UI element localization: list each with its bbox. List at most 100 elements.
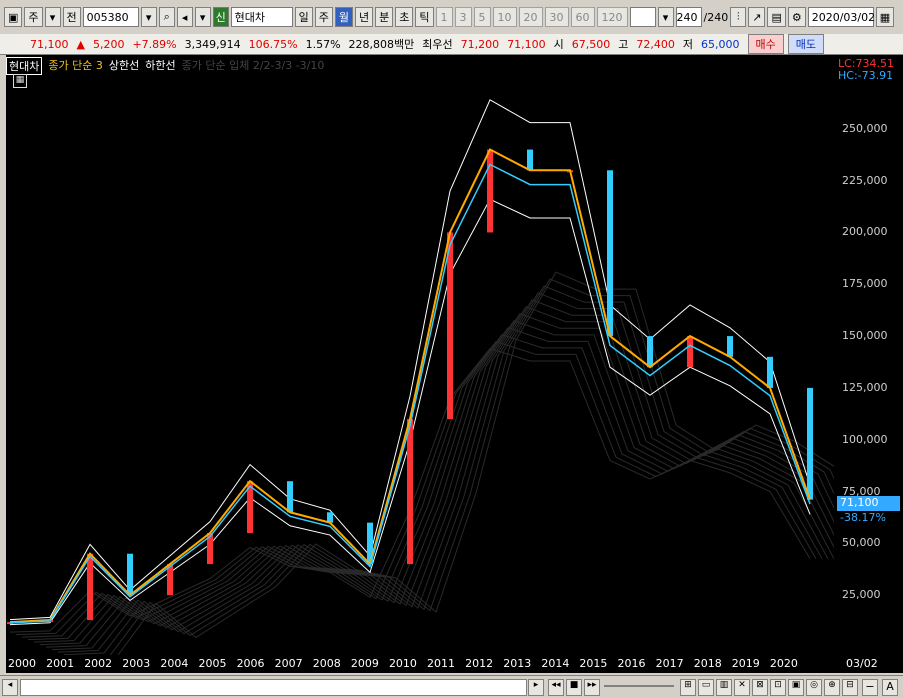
zoom-icon[interactable]: ↗	[748, 7, 766, 27]
tool-icon-9[interactable]: ⊕	[824, 679, 840, 696]
tool-icon-7[interactable]: ▣	[788, 679, 804, 696]
date-tick: 2017	[655, 657, 684, 670]
interval-3[interactable]: 3	[454, 7, 472, 27]
candle-icon[interactable]: ⫶	[730, 7, 747, 27]
period-minute[interactable]: 분	[375, 7, 394, 27]
open-value: 67,500	[571, 37, 611, 51]
tool-icon-8[interactable]: ◎	[806, 679, 822, 696]
grid-toggle-icon[interactable]: ▦	[13, 74, 27, 88]
bottom-scrollbar[interactable]: ◂ ▸ ◂◂ ■ ▸▸ ⊞ ▭ ▥ ✕ ⊠ ⊡ ▣ ◎ ⊕ ⊟ − A	[0, 675, 903, 698]
chevron-down-icon[interactable]: ▾	[44, 7, 61, 27]
stock-name[interactable]: 현대차	[230, 7, 293, 27]
chart-icon[interactable]: ▣	[4, 7, 23, 27]
interval-10[interactable]: 10	[492, 7, 517, 27]
envelope-3d-line	[57, 292, 834, 653]
legend-name: 현대차	[6, 57, 43, 75]
type-select[interactable]: 주	[24, 7, 43, 27]
candle-bar	[807, 387, 813, 500]
date-input[interactable]: 2020/03/02	[807, 7, 875, 27]
chart-legend: 현대차 종가 단순 3 상한선 하한선 종가 단순 입체 2/2-3/3 -3/…	[6, 57, 324, 75]
scroll-right-icon[interactable]: ▸	[528, 679, 544, 696]
zoom-out-icon[interactable]: −	[862, 679, 878, 696]
legend-series3: 하한선	[145, 59, 176, 72]
scroll-left-icon[interactable]: ◂	[2, 679, 18, 696]
interval-1[interactable]: 1	[435, 7, 453, 27]
date-tick: 2020	[769, 657, 798, 670]
tool-icon-1[interactable]: ⊞	[680, 679, 696, 696]
candle-bar	[527, 149, 533, 171]
interval-30[interactable]: 30	[544, 7, 569, 27]
count-total: /240	[703, 10, 729, 24]
interval-5[interactable]: 5	[473, 7, 491, 27]
buy-button[interactable]: 매수	[747, 34, 784, 54]
date-tick: 2016	[617, 657, 646, 670]
code-input[interactable]: 005380	[82, 7, 139, 27]
period-second[interactable]: 초	[395, 7, 414, 27]
interval-20[interactable]: 20	[518, 7, 543, 27]
interval-dropdown-icon[interactable]: ▾	[657, 7, 674, 27]
chart-area[interactable]	[6, 55, 834, 655]
price-tick: 150,000	[842, 329, 888, 343]
tool-icon-5[interactable]: ⊠	[752, 679, 768, 696]
date-tick: 2010	[388, 657, 417, 670]
price-chart[interactable]	[6, 55, 834, 655]
price-tick: 50,000	[842, 536, 881, 550]
tool-icon-6[interactable]: ⊡	[770, 679, 786, 696]
interval-60[interactable]: 60	[570, 7, 595, 27]
scroll-track[interactable]	[20, 679, 527, 696]
speaker-icon[interactable]: ◂	[176, 7, 193, 27]
interval-120[interactable]: 120	[596, 7, 628, 27]
stop-icon[interactable]: ■	[566, 679, 582, 696]
period-tick[interactable]: 틱	[415, 7, 434, 27]
date-tick: 2007	[274, 657, 303, 670]
period-day[interactable]: 일	[294, 7, 313, 27]
count-input[interactable]: 240	[675, 7, 702, 27]
price-tick: 25,000	[842, 588, 881, 602]
date-tick: 2013	[503, 657, 532, 670]
tool-icon-3[interactable]: ▥	[716, 679, 732, 696]
rewind-icon[interactable]: ◂◂	[548, 679, 564, 696]
gear-icon[interactable]: ⚙	[787, 7, 806, 27]
date-axis: 2000 2001 2002 2003 2004 2005 2006 2007 2008 2009…	[6, 655, 903, 673]
date-tick: 2015	[579, 657, 608, 670]
candle-bar	[767, 356, 773, 388]
tool-icon-2[interactable]: ▭	[698, 679, 714, 696]
speaker-dropdown-icon[interactable]: ▾	[194, 7, 211, 27]
period-week[interactable]: 주	[314, 7, 333, 27]
open-label: 시	[553, 38, 564, 51]
candle-bar	[87, 553, 93, 621]
sell-button[interactable]: 매도	[787, 34, 825, 54]
date-tick: 2012	[465, 657, 494, 670]
forward-icon[interactable]: ▸▸	[584, 679, 600, 696]
hc-label: HC:-73.91	[838, 69, 894, 82]
calendar-icon[interactable]: ▦	[875, 7, 895, 27]
legend-series4: 종가 단순 입체 2/2-3/3 -3/10	[181, 59, 325, 72]
search-icon[interactable]: ⌕	[158, 7, 175, 27]
candle-bar	[607, 170, 613, 337]
volume: 3,349,914	[184, 37, 241, 51]
save-icon[interactable]: ▤	[767, 7, 786, 27]
zoom-slider[interactable]	[604, 685, 674, 687]
period-year[interactable]: 년	[355, 7, 374, 27]
date-tick: 2014	[541, 657, 570, 670]
date-tick: 2011	[427, 657, 456, 670]
date-end-label: 03/02	[846, 657, 878, 670]
prev-button[interactable]: 전	[62, 7, 81, 27]
candle-bar	[127, 553, 133, 596]
date-tick: 2018	[693, 657, 722, 670]
date-tick: 2000	[8, 657, 36, 670]
price-tick: 100,000	[842, 432, 888, 446]
tool-icon-10[interactable]: ⊟	[842, 679, 858, 696]
period-month[interactable]: 월	[334, 7, 354, 27]
candle-bar	[407, 419, 413, 565]
toolbar: ▣ 주 ▾ 전 005380 ▾ ⌕ ◂ ▾ 신 현대차 일 주 월 년 분 초…	[0, 0, 903, 35]
current-price: 71,100	[30, 37, 69, 51]
date-tick: 2005	[198, 657, 227, 670]
date-tick: 2004	[160, 657, 189, 670]
tool-icon-4[interactable]: ✕	[734, 679, 750, 696]
code-dropdown-icon[interactable]: ▾	[140, 7, 157, 27]
price-axis: LC:734.51 HC:-73.91 250,000 225,000 200,00…	[834, 55, 903, 655]
zoom-in-icon[interactable]: A	[882, 679, 898, 696]
interval-custom-input[interactable]	[629, 7, 656, 27]
price-tick: 175,000	[842, 277, 888, 291]
